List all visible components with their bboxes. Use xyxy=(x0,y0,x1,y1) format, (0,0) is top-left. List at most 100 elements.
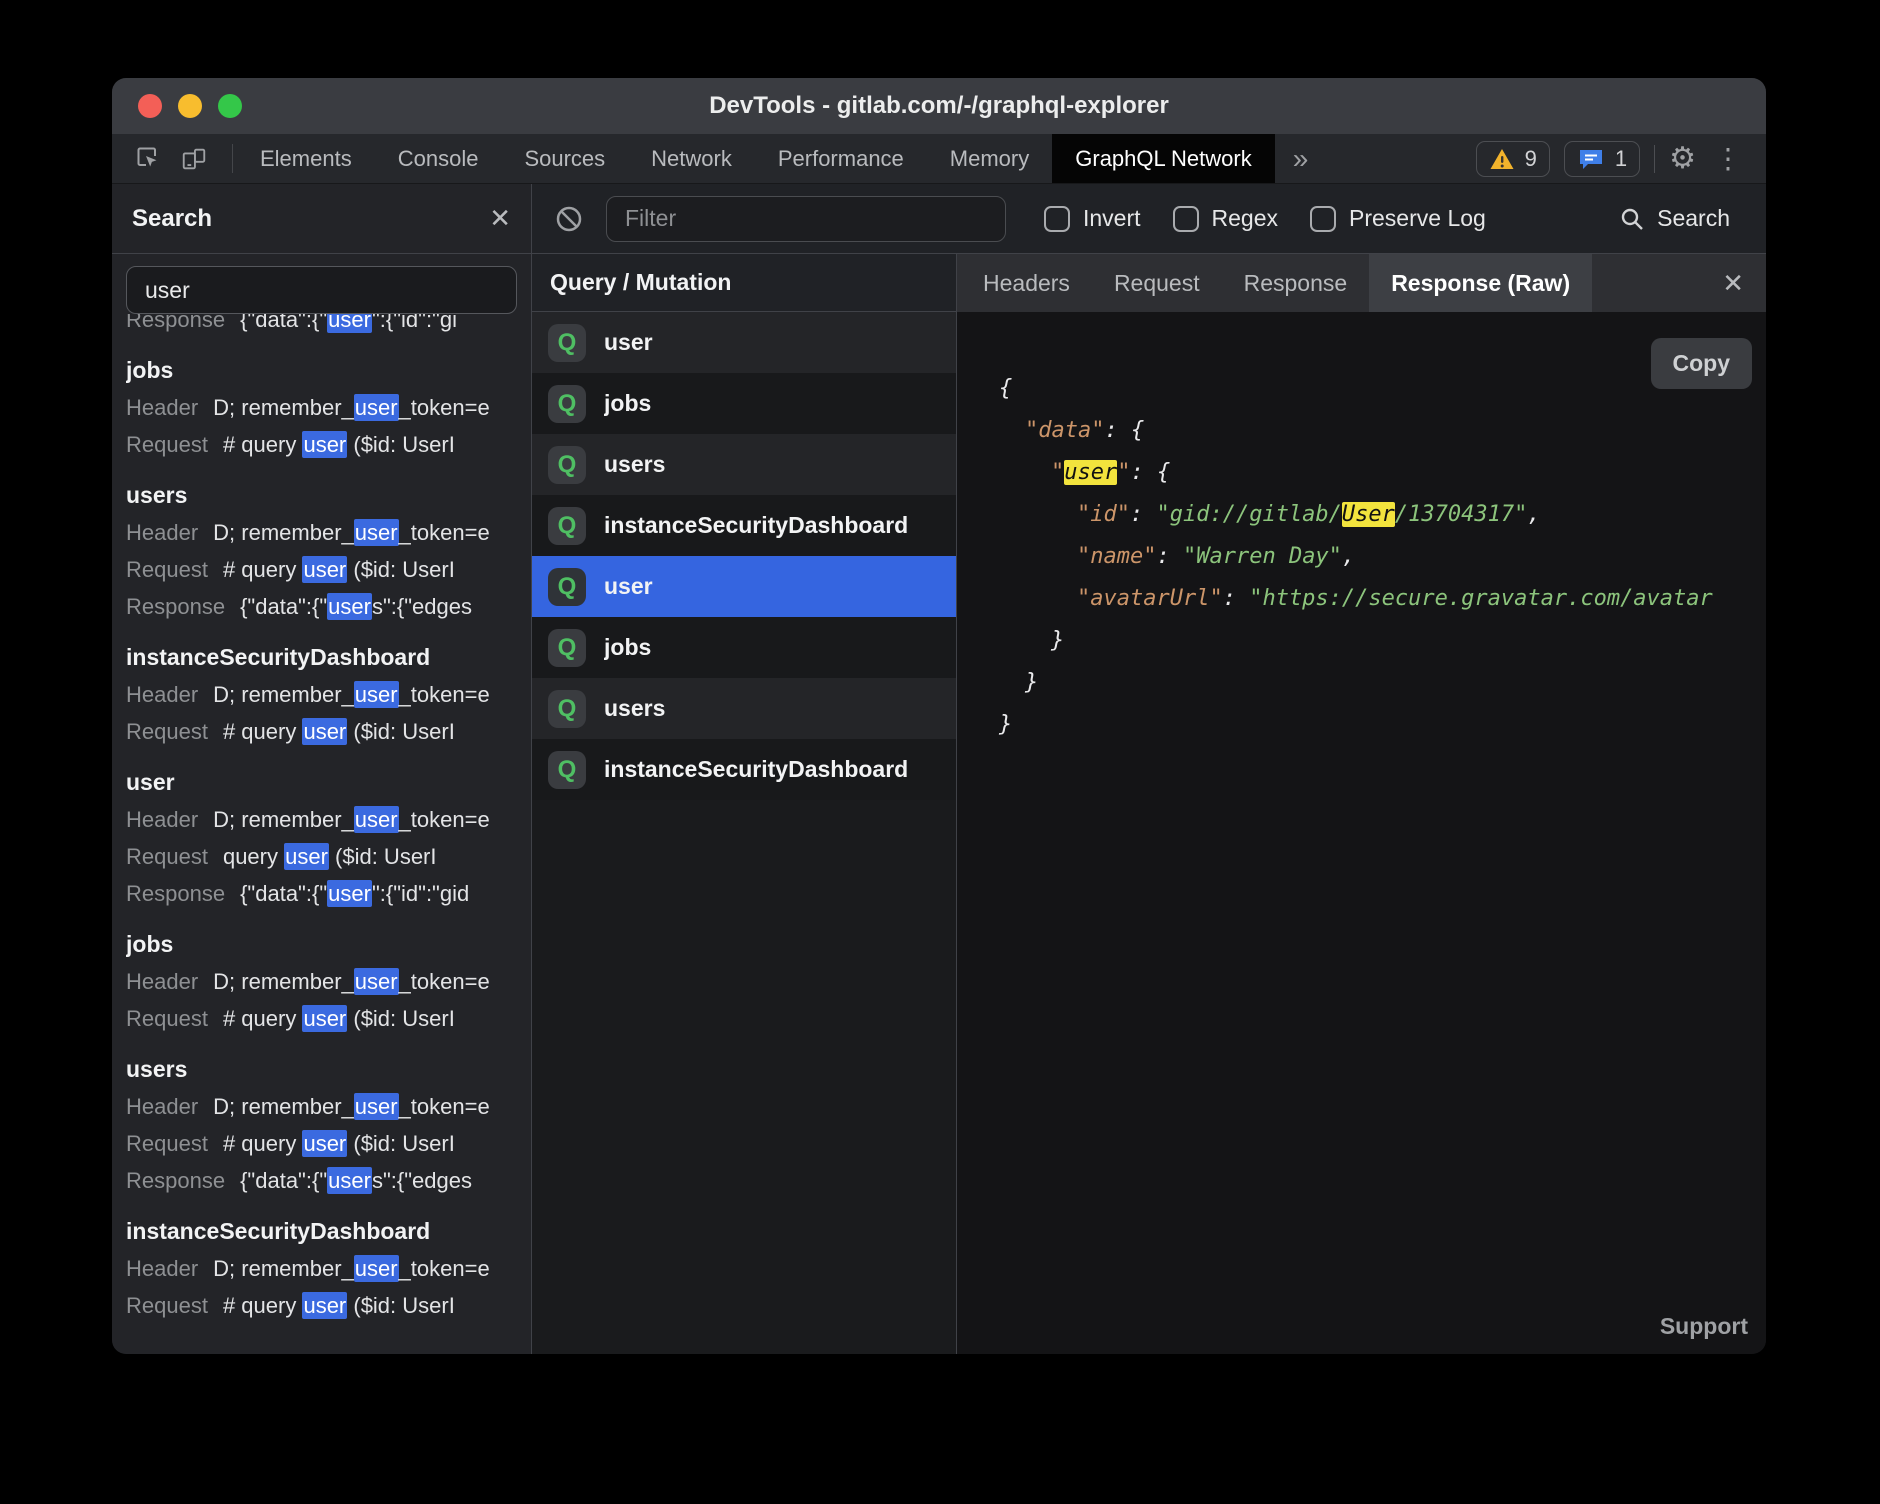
result-text: ($id: UserI xyxy=(347,1006,455,1031)
result-row-label: Response xyxy=(126,594,225,619)
search-result-row[interactable]: Response{"data":{"users":{"edges xyxy=(126,588,531,625)
search-result-row[interactable]: Response{"data":{"users":{"edges xyxy=(126,1162,531,1199)
close-detail-panel-icon[interactable]: ✕ xyxy=(1700,254,1766,312)
checkbox-invert[interactable]: Invert xyxy=(1044,205,1141,232)
more-options-icon[interactable]: ⋮ xyxy=(1710,145,1746,173)
search-result-row[interactable]: Requestquery user ($id: UserI xyxy=(126,838,531,875)
json-token: : xyxy=(1130,502,1157,527)
checkbox-box xyxy=(1310,206,1336,232)
tab-memory[interactable]: Memory xyxy=(927,134,1052,183)
search-result-row[interactable]: Response{"data":{"user":{"id":"gid xyxy=(126,875,531,912)
search-match-highlight: user xyxy=(302,556,347,583)
json-token: "Warren Day" xyxy=(1183,544,1342,569)
detail-tab-request[interactable]: Request xyxy=(1092,254,1222,312)
search-result-row[interactable]: HeaderD; remember_user_token=e xyxy=(126,1250,531,1287)
search-result-section: usersHeaderD; remember_user_token=eReque… xyxy=(126,477,531,625)
search-match-highlight: user xyxy=(354,394,399,421)
search-match-highlight: user xyxy=(327,1167,372,1194)
checkbox-regex[interactable]: Regex xyxy=(1173,205,1278,232)
search-result-row[interactable]: Request# query user ($id: UserI xyxy=(126,426,531,463)
search-result-row[interactable]: Request# query user ($id: UserI xyxy=(126,1287,531,1324)
settings-gear-icon[interactable]: ⚙ xyxy=(1669,144,1696,174)
tab-network[interactable]: Network xyxy=(628,134,755,183)
json-token: "avatarUrl" xyxy=(1077,586,1223,611)
result-row-label: Request xyxy=(126,1293,208,1318)
json-token: "https://secure.gravatar.com/avatar xyxy=(1249,586,1713,611)
search-result-row[interactable]: Request# query user ($id: UserI xyxy=(126,713,531,750)
query-list-item-user[interactable]: Quser xyxy=(532,556,956,617)
search-match-highlight: user xyxy=(284,843,329,870)
search-match-highlight: user xyxy=(354,519,399,546)
tab-elements[interactable]: Elements xyxy=(237,134,375,183)
search-result-row[interactable]: HeaderD; remember_user_token=e xyxy=(126,389,531,426)
result-text: # query xyxy=(223,719,303,744)
detail-tab-response[interactable]: Response xyxy=(1222,254,1370,312)
result-row-label: Header xyxy=(126,969,198,994)
search-result-row[interactable]: HeaderD; remember_user_token=e xyxy=(126,801,531,838)
query-list-item-users[interactable]: Qusers xyxy=(532,434,956,495)
filter-options: Invert Regex Preserve Log xyxy=(1044,205,1486,232)
tab-sources[interactable]: Sources xyxy=(501,134,628,183)
tab-performance[interactable]: Performance xyxy=(755,134,927,183)
query-name: instanceSecurityDashboard xyxy=(604,756,908,783)
search-result-row[interactable]: HeaderD; remember_user_token=e xyxy=(126,676,531,713)
result-text: _token=e xyxy=(399,807,490,832)
result-text: D; remember_ xyxy=(213,1094,354,1119)
checkbox-preserve-log[interactable]: Preserve Log xyxy=(1310,205,1486,232)
search-result-row[interactable]: Response{"data":{"user":{"id":"gi xyxy=(126,314,531,338)
result-section-title: jobs xyxy=(126,352,531,389)
close-search-panel-icon[interactable]: ✕ xyxy=(489,203,511,234)
filter-input[interactable] xyxy=(606,196,1006,242)
search-result-row[interactable]: Request# query user ($id: UserI xyxy=(126,1125,531,1162)
result-row-label: Request xyxy=(126,1131,208,1156)
search-result-section: usersHeaderD; remember_user_token=eReque… xyxy=(126,1051,531,1199)
clear-block-icon[interactable] xyxy=(554,204,584,234)
zoom-window-button[interactable] xyxy=(218,94,242,118)
inspect-element-icon[interactable] xyxy=(134,145,162,173)
search-result-row[interactable]: HeaderD; remember_user_token=e xyxy=(126,1088,531,1125)
minimize-window-button[interactable] xyxy=(178,94,202,118)
close-window-button[interactable] xyxy=(138,94,162,118)
json-token: } xyxy=(1025,670,1038,695)
copy-button[interactable]: Copy xyxy=(1651,338,1753,389)
query-list-item-jobs[interactable]: Qjobs xyxy=(532,373,956,434)
result-row-label: Header xyxy=(126,395,198,420)
result-text: query xyxy=(223,844,284,869)
support-link[interactable]: Support xyxy=(1660,1313,1748,1340)
result-text: # query xyxy=(223,1006,303,1031)
search-input[interactable] xyxy=(126,266,517,314)
search-result-row[interactable]: HeaderD; remember_user_token=e xyxy=(126,514,531,551)
result-text: ($id: UserI xyxy=(347,1131,455,1156)
search-match-highlight: user xyxy=(302,431,347,458)
result-text: D; remember_ xyxy=(213,395,354,420)
result-row-label: Header xyxy=(126,807,198,832)
tab-console[interactable]: Console xyxy=(375,134,502,183)
issues-badge[interactable]: 1 xyxy=(1564,141,1640,177)
json-line: "user": { xyxy=(999,452,1766,494)
warnings-badge[interactable]: 9 xyxy=(1476,141,1550,177)
window-controls xyxy=(138,94,242,118)
result-text: ($id: UserI xyxy=(347,719,455,744)
query-list-item-instanceSecurityDashboard[interactable]: QinstanceSecurityDashboard xyxy=(532,739,956,800)
result-row-value: # query user ($id: UserI xyxy=(223,431,455,458)
more-tabs-chevron-icon[interactable]: » xyxy=(1275,134,1327,183)
device-toolbar-icon[interactable] xyxy=(180,145,208,173)
json-response-viewer: {"data": {"user": {"id": "gid://gitlab/U… xyxy=(957,312,1766,746)
query-list-item-users[interactable]: Qusers xyxy=(532,678,956,739)
detail-tab-response-raw[interactable]: Response (Raw) xyxy=(1369,254,1592,312)
search-control[interactable]: Search xyxy=(1619,205,1744,232)
json-token: /13704317" xyxy=(1395,502,1527,527)
search-result-row[interactable]: Request# query user ($id: UserI xyxy=(126,551,531,588)
json-token: "gid://gitlab/ xyxy=(1156,502,1341,527)
search-result-row[interactable]: Request# query user ($id: UserI xyxy=(126,1000,531,1037)
query-list-item-instanceSecurityDashboard[interactable]: QinstanceSecurityDashboard xyxy=(532,495,956,556)
result-row-label: Response xyxy=(126,314,225,332)
query-list-item-jobs[interactable]: Qjobs xyxy=(532,617,956,678)
result-row-value: query user ($id: UserI xyxy=(223,843,437,870)
query-list-item-user[interactable]: Quser xyxy=(532,312,956,373)
result-section-title: user xyxy=(126,764,531,801)
checkbox-label: Preserve Log xyxy=(1349,205,1486,232)
detail-tab-headers[interactable]: Headers xyxy=(961,254,1092,312)
tab-graphql-network[interactable]: GraphQL Network xyxy=(1052,134,1274,183)
search-result-row[interactable]: HeaderD; remember_user_token=e xyxy=(126,963,531,1000)
